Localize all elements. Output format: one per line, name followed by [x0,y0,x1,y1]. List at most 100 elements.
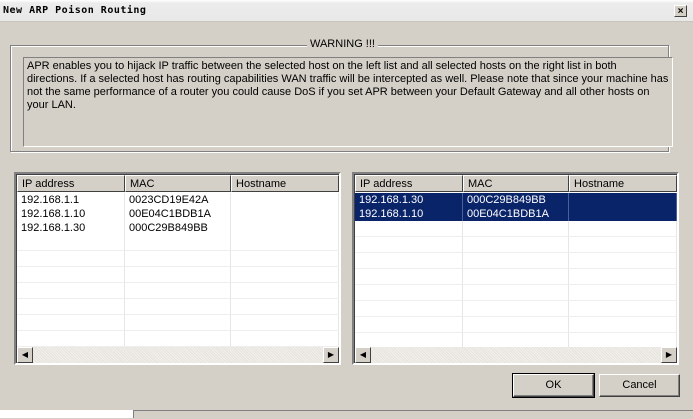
empty-cell [125,267,232,282]
empty-cell [569,285,677,300]
warning-text: APR enables you to hijack IP traffic bet… [23,57,673,147]
empty-cell [17,283,125,298]
right-list-header: IP address MAC Hostname [355,175,677,192]
empty-row [355,237,677,253]
list-item[interactable]: 192.168.1.10 00E04C1BDB1A [355,207,677,221]
column-mac[interactable]: MAC [462,175,570,192]
empty-cell [355,301,463,316]
empty-row [17,315,339,331]
empty-cell [463,317,570,332]
empty-cell [17,267,125,282]
empty-row [17,267,339,283]
empty-cell [463,237,570,252]
empty-cell [355,333,463,348]
cell-mac: 00E04C1BDB1A [125,207,232,221]
empty-cell [569,237,677,252]
empty-cell [17,315,125,330]
empty-cell [17,251,125,266]
scroll-left-icon[interactable]: ◀ [17,347,33,363]
empty-cell [17,235,125,250]
empty-cell [125,315,232,330]
empty-row [355,221,677,237]
empty-cell [463,333,570,348]
scroll-right-icon[interactable]: ▶ [661,347,677,363]
empty-row [17,299,339,315]
empty-cell [569,221,677,236]
empty-cell [17,299,125,314]
empty-cell [231,315,339,330]
list-item[interactable]: 192.168.1.1 0023CD19E42A [17,193,339,207]
empty-cell [355,237,463,252]
close-icon[interactable]: × [674,5,687,17]
empty-cell [463,221,570,236]
empty-cell [355,285,463,300]
cancel-button[interactable]: Cancel [599,374,680,397]
empty-row [355,269,677,285]
empty-cell [569,333,677,348]
status-tab [0,410,134,418]
empty-cell [463,253,570,268]
empty-cell [569,301,677,316]
empty-cell [125,235,232,250]
cell-hostname [569,193,677,207]
cell-hostname [231,221,339,235]
empty-cell [569,317,677,332]
empty-cell [125,251,232,266]
left-list-header: IP address MAC Hostname [17,175,339,192]
empty-cell [463,285,570,300]
empty-cell [125,299,232,314]
list-item[interactable]: 192.168.1.30 000C29B849BB [355,193,677,207]
empty-cell [355,253,463,268]
empty-cell [231,267,339,282]
empty-cell [125,283,232,298]
empty-cell [355,269,463,284]
empty-row [17,283,339,299]
left-horizontal-scrollbar[interactable]: ◀ ▶ [17,347,339,363]
cell-mac: 000C29B849BB [125,221,232,235]
empty-row [355,253,677,269]
right-list-rows: 192.168.1.30 000C29B849BB 192.168.1.10 00E0… [355,193,677,363]
empty-cell [125,331,232,346]
cell-hostname [231,193,339,207]
left-list-rows: 192.168.1.1 0023CD19E42A 192.168.1.10 00E04… [17,193,339,363]
empty-cell [463,269,570,284]
scroll-left-icon[interactable]: ◀ [355,347,371,363]
warning-title: WARNING !!! [307,38,378,50]
column-hostname[interactable]: Hostname [569,175,677,192]
empty-cell [355,317,463,332]
cell-ip-address: 192.168.1.30 [17,221,125,235]
empty-cell [569,269,677,284]
empty-cell [463,301,570,316]
empty-row [355,317,677,333]
scroll-right-icon[interactable]: ▶ [323,347,339,363]
column-mac[interactable]: MAC [124,175,232,192]
empty-cell [231,251,339,266]
column-ip-address[interactable]: IP address [355,175,463,192]
cell-mac: 00E04C1BDB1A [463,207,570,221]
window-title: New ARP Poison Routing [3,5,147,16]
left-host-list[interactable]: IP address MAC Hostname 192.168.1.1 0023C… [14,172,341,365]
list-item[interactable]: 192.168.1.10 00E04C1BDB1A [17,207,339,221]
empty-row [355,301,677,317]
empty-cell [231,235,339,250]
empty-row [17,251,339,267]
cell-hostname [569,207,677,221]
cell-mac: 0023CD19E42A [125,193,232,207]
column-hostname[interactable]: Hostname [231,175,339,192]
title-bar: New ARP Poison Routing × [0,0,693,22]
right-horizontal-scrollbar[interactable]: ◀ ▶ [355,347,677,363]
empty-cell [569,253,677,268]
empty-cell [355,221,463,236]
empty-cell [231,283,339,298]
cell-ip-address: 192.168.1.1 [17,193,125,207]
empty-row [17,235,339,251]
empty-cell [17,331,125,346]
ok-button[interactable]: OK [512,373,595,398]
right-host-list[interactable]: IP address MAC Hostname 192.168.1.30 000C… [352,172,679,365]
empty-row [17,331,339,347]
empty-cell [231,299,339,314]
list-item[interactable]: 192.168.1.30 000C29B849BB [17,221,339,235]
cell-ip-address: 192.168.1.10 [355,207,463,221]
empty-row [355,285,677,301]
column-ip-address[interactable]: IP address [17,175,125,192]
